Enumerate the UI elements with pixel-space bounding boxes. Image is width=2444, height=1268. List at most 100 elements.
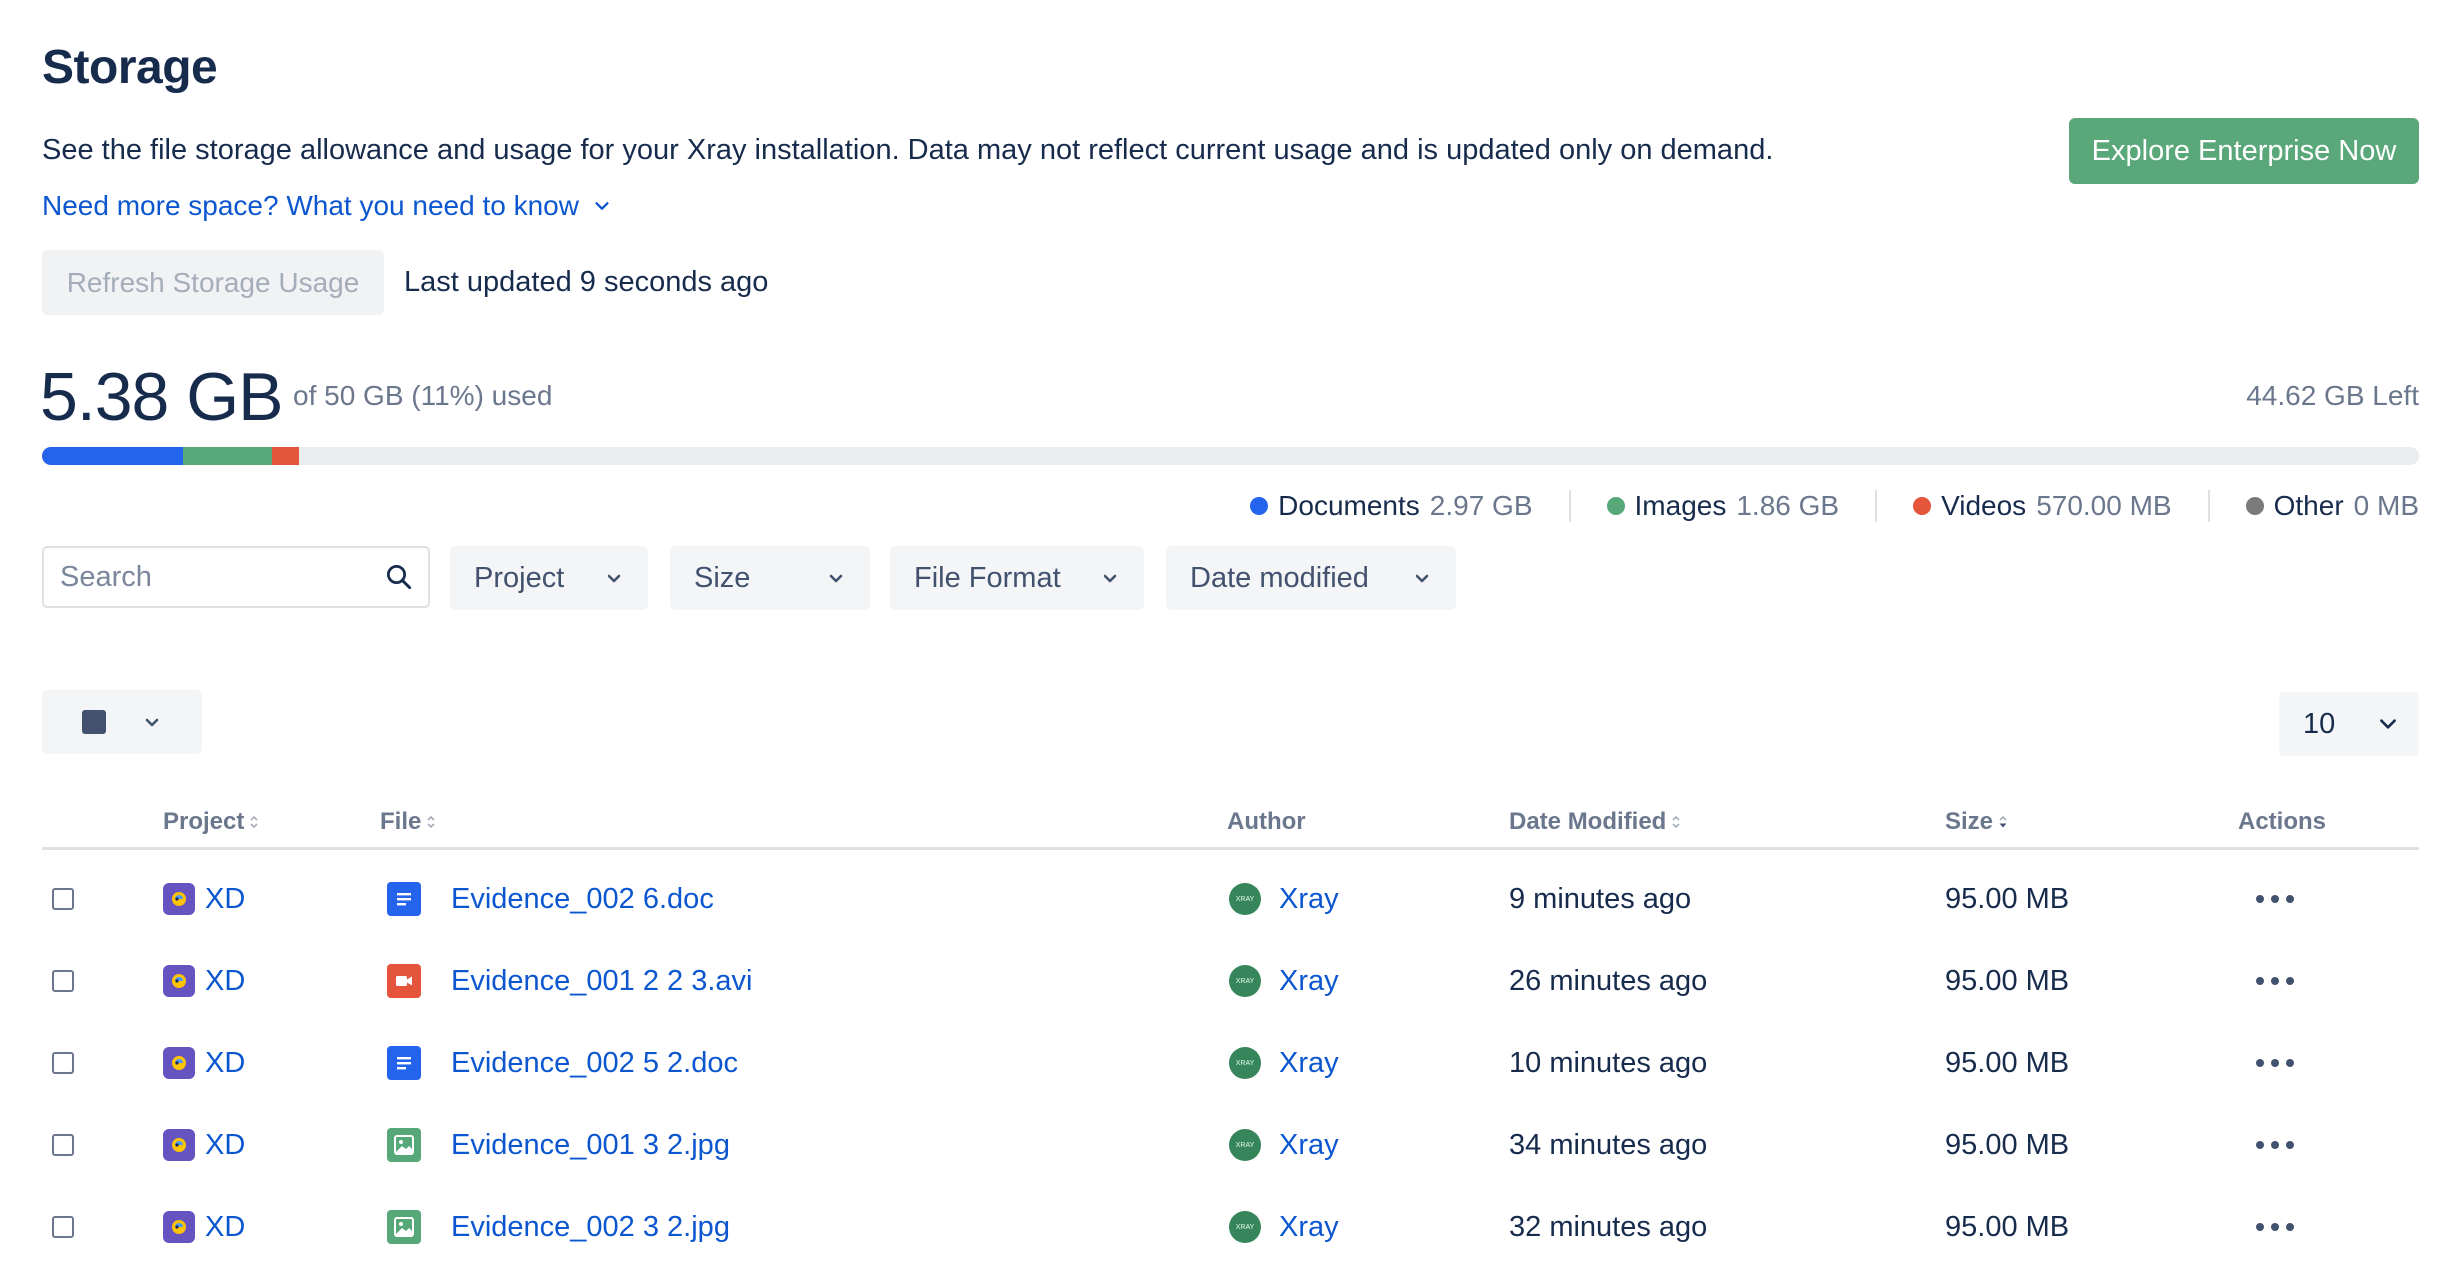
project-filter[interactable]: Project <box>450 546 648 610</box>
more-actions-icon[interactable] <box>2256 1022 2294 1104</box>
project-key: XD <box>205 882 246 915</box>
storage-left-value: 44.62 GB Left <box>2246 380 2419 411</box>
select-all-checkbox[interactable] <box>82 710 106 734</box>
project-avatar-icon <box>163 1211 195 1243</box>
size-cell: 95.00 MB <box>1945 964 2070 997</box>
more-actions-icon[interactable] <box>2256 1186 2294 1268</box>
search-input[interactable] <box>58 559 382 595</box>
chevron-down-icon <box>1415 574 1429 583</box>
row-checkbox[interactable] <box>52 1134 74 1156</box>
chevron-down-icon <box>145 718 159 727</box>
storage-usage-bar <box>42 447 2419 465</box>
file-link[interactable]: Evidence_002 6.doc <box>387 858 714 940</box>
column-header-file[interactable]: File <box>380 808 437 836</box>
legend-item-other: Other 0 MB <box>2207 490 2419 522</box>
legend-value: 2.97 GB <box>1429 490 1533 521</box>
author-name: Xray <box>1279 882 1339 915</box>
author-link[interactable]: XRAY Xray <box>1229 940 1339 1022</box>
project-link[interactable]: XD <box>163 1186 245 1268</box>
column-header-date-modified[interactable]: Date Modified <box>1509 808 1682 836</box>
size-cell: 95.00 MB <box>1945 882 2070 915</box>
author-avatar: XRAY <box>1229 965 1261 997</box>
size-cell: 95.00 MB <box>1945 1128 2070 1161</box>
legend-item-videos: Videos 570.00 MB <box>1875 490 2208 522</box>
file-link[interactable]: Evidence_002 3 2.jpg <box>387 1186 730 1268</box>
rows-per-page-select[interactable]: 10 <box>2279 692 2419 756</box>
author-link[interactable]: XRAY Xray <box>1229 1022 1339 1104</box>
author-name: Xray <box>1279 1210 1339 1243</box>
author-link[interactable]: XRAY Xray <box>1229 1104 1339 1186</box>
column-header-label: Author <box>1227 808 1306 835</box>
column-header-project[interactable]: Project <box>163 808 260 836</box>
project-link[interactable]: XD <box>163 1104 245 1186</box>
table-row: XD Evidence_002 3 2.jpg XRAY Xray 32 minutes… <box>42 1186 2419 1268</box>
need-more-space-link[interactable]: Need more space? What you need to know <box>42 190 611 222</box>
size-filter-label: Size <box>694 561 751 594</box>
usage-segment-images <box>183 447 272 465</box>
file-link[interactable]: Evidence_001 3 2.jpg <box>387 1104 730 1186</box>
file-format-filter[interactable]: File Format <box>890 546 1144 610</box>
column-header-size[interactable]: Size <box>1945 808 2009 836</box>
row-checkbox[interactable] <box>52 888 74 910</box>
more-actions-icon[interactable] <box>2256 940 2294 1022</box>
file-format-filter-label: File Format <box>914 561 1061 594</box>
date-modified-filter[interactable]: Date modified <box>1166 546 1456 610</box>
file-name: Evidence_001 2 2 3.avi <box>451 964 753 997</box>
legend-label: Other <box>2273 490 2344 521</box>
video-file-icon <box>387 964 421 998</box>
project-filter-label: Project <box>474 561 565 594</box>
column-header-actions: Actions <box>2238 808 2326 836</box>
project-link[interactable]: XD <box>163 1022 245 1104</box>
more-actions-icon[interactable] <box>2256 858 2294 940</box>
row-checkbox[interactable] <box>52 1216 74 1238</box>
table-row: XD Evidence_001 3 2.jpg XRAY Xray 34 minutes… <box>42 1104 2419 1186</box>
legend-dot-icon <box>1250 497 1269 515</box>
table-header-divider <box>42 847 2419 850</box>
sort-icon <box>427 815 435 829</box>
legend-dot-icon <box>2245 497 2264 515</box>
file-link[interactable]: Evidence_001 2 2 3.avi <box>387 940 753 1022</box>
column-header-label: Size <box>1945 808 1994 835</box>
author-link[interactable]: XRAY Xray <box>1229 858 1339 940</box>
legend-value: 1.86 GB <box>1736 490 1840 521</box>
project-key: XD <box>205 1128 246 1161</box>
project-avatar-icon <box>163 965 195 997</box>
refresh-storage-usage-button[interactable]: Refresh Storage Usage <box>42 250 384 315</box>
document-file-icon <box>387 1046 421 1080</box>
project-link[interactable]: XD <box>163 940 245 1022</box>
image-file-icon <box>387 1128 421 1162</box>
sort-descending-icon <box>1999 815 2007 828</box>
author-name: Xray <box>1279 964 1339 997</box>
author-avatar: XRAY <box>1229 883 1261 915</box>
legend-dot-icon <box>1913 497 1932 515</box>
author-link[interactable]: XRAY Xray <box>1229 1186 1339 1268</box>
project-key: XD <box>205 1046 246 1079</box>
file-link[interactable]: Evidence_002 5 2.doc <box>387 1022 738 1104</box>
project-avatar-icon <box>163 1047 195 1079</box>
legend-label: Videos <box>1941 490 2027 521</box>
page-title: Storage <box>42 41 218 94</box>
row-checkbox[interactable] <box>52 970 74 992</box>
explore-enterprise-button[interactable]: Explore Enterprise Now <box>2069 118 2419 184</box>
size-filter[interactable]: Size <box>670 546 870 610</box>
file-name: Evidence_002 3 2.jpg <box>451 1210 730 1243</box>
table-row: XD Evidence_002 6.doc XRAY Xray 9 minutes ag… <box>42 858 2419 940</box>
project-link[interactable]: XD <box>163 858 245 940</box>
bulk-select-dropdown[interactable] <box>42 690 202 754</box>
document-file-icon <box>387 882 421 916</box>
search-box[interactable] <box>42 546 430 608</box>
table-row: XD Evidence_001 2 2 3.avi XRAY Xray 26 minut… <box>42 940 2419 1022</box>
image-file-icon <box>387 1210 421 1244</box>
sort-icon <box>1672 815 1680 829</box>
sort-icon <box>250 815 258 829</box>
last-updated-text: Last updated 9 seconds ago <box>404 266 769 298</box>
legend-item-documents: Documents 2.97 GB <box>1214 490 1568 522</box>
table-row: XD Evidence_002 5 2.doc XRAY Xray 10 minutes… <box>42 1022 2419 1104</box>
column-header-label: Date Modified <box>1509 808 1667 835</box>
row-checkbox[interactable] <box>52 1052 74 1074</box>
author-avatar: XRAY <box>1229 1211 1261 1243</box>
page-description: See the file storage allowance and usage… <box>42 134 1774 166</box>
legend-dot-icon <box>1606 497 1625 515</box>
chevron-down-icon <box>829 574 843 583</box>
more-actions-icon[interactable] <box>2256 1104 2294 1186</box>
